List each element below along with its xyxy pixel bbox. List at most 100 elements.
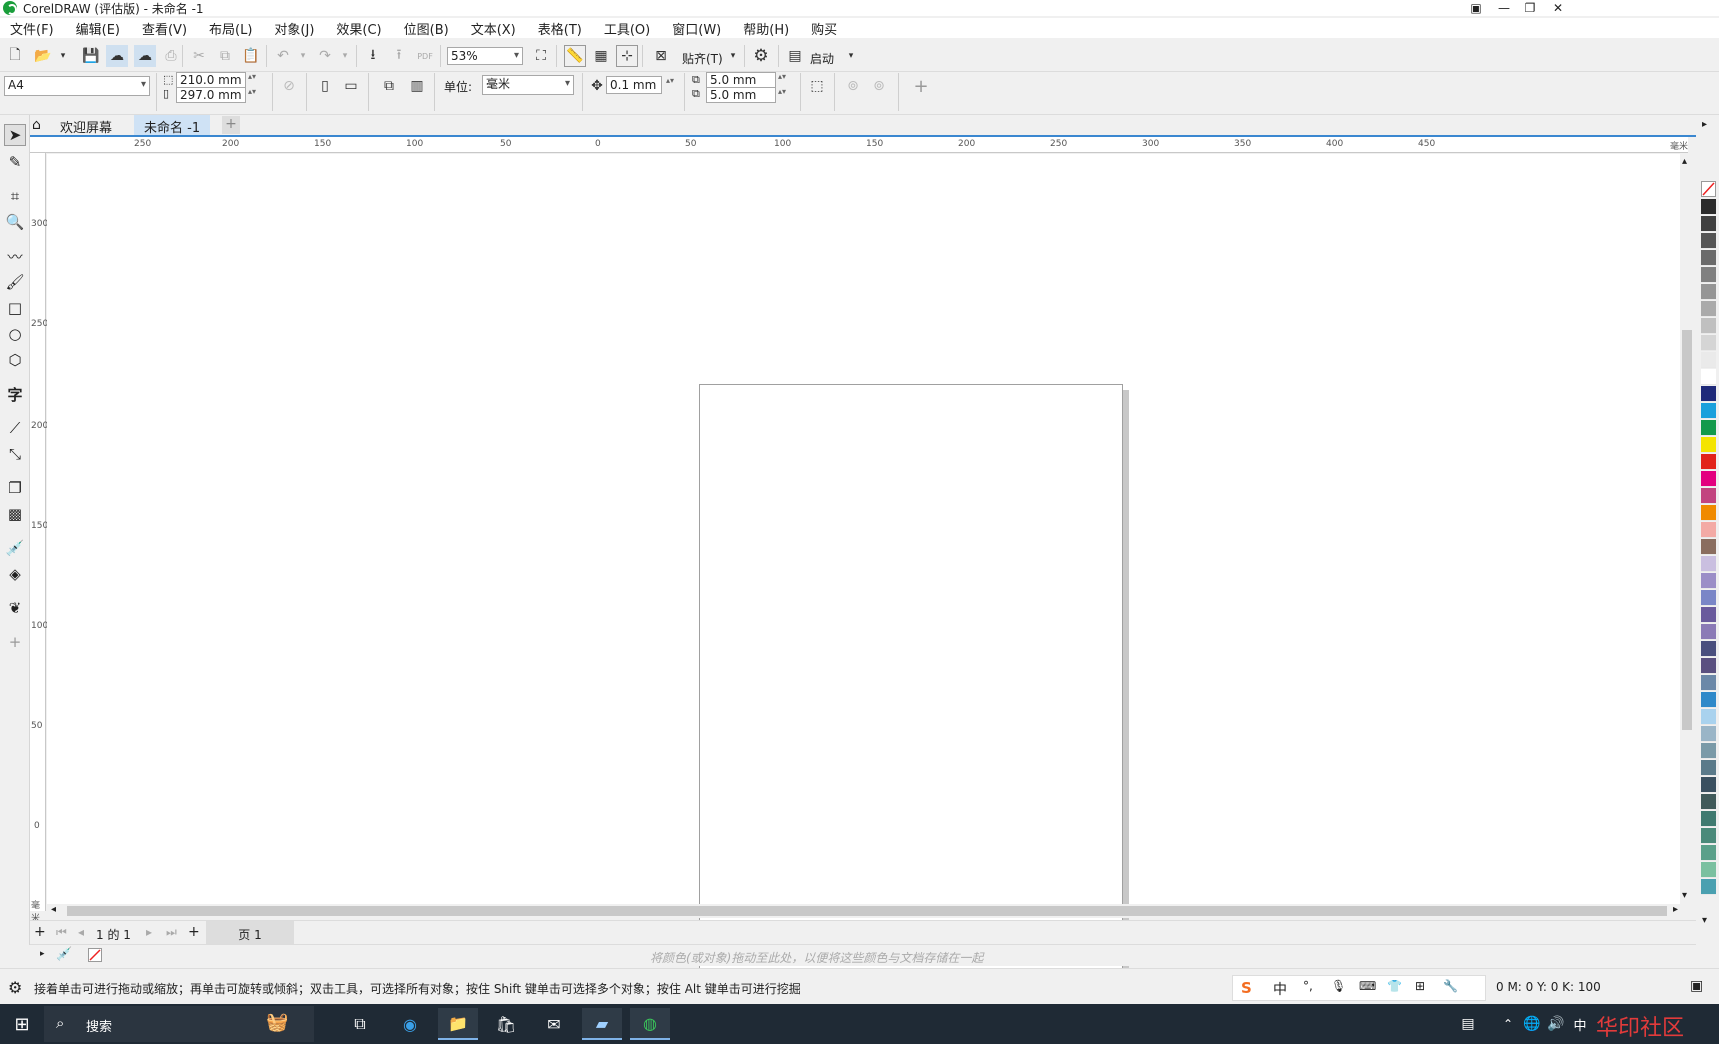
snap-off-icon[interactable]: ⊠: [650, 45, 672, 67]
menu-bitmaps[interactable]: 位图(B): [404, 19, 449, 38]
sogou-logo-icon[interactable]: S: [1241, 979, 1252, 997]
home-icon[interactable]: ⌂: [32, 117, 41, 133]
palette-scroll-down-icon[interactable]: ▾: [1702, 915, 1707, 926]
add-tool-icon[interactable]: +: [4, 631, 26, 653]
palette-swatch[interactable]: [1701, 658, 1716, 674]
undo-icon[interactable]: ↶: [272, 45, 294, 67]
document-page[interactable]: [699, 384, 1123, 984]
all-pages-icon[interactable]: ⧉: [378, 75, 400, 97]
interactive-fill-tool-icon[interactable]: ◈: [4, 563, 26, 585]
cloud-download-icon[interactable]: ☁: [106, 45, 128, 67]
page-height-input[interactable]: 297.0 mm: [176, 87, 246, 103]
page-tab-1[interactable]: 页 1: [206, 921, 294, 945]
palette-swatch[interactable]: [1701, 709, 1716, 725]
app-note-icon[interactable]: ▰: [582, 1008, 622, 1040]
task-view-icon[interactable]: ⧉: [340, 1008, 380, 1040]
palette-swatch[interactable]: [1701, 675, 1716, 691]
tab-document[interactable]: 未命名 -1: [134, 115, 211, 136]
palette-swatch[interactable]: [1701, 743, 1716, 759]
palette-swatch[interactable]: [1701, 199, 1716, 215]
palette-swatch[interactable]: [1701, 216, 1716, 232]
horizontal-ruler[interactable]: 250 200 150 100 50 0 50 100 150 200 250 …: [30, 137, 1688, 153]
notification-icon[interactable]: ▤: [1448, 1008, 1488, 1040]
drop-shadow-tool-icon[interactable]: ❐: [4, 477, 26, 499]
redo-icon[interactable]: ↷: [314, 45, 336, 67]
duplicate-y-input[interactable]: 5.0 mm: [706, 87, 776, 103]
menu-window[interactable]: 窗口(W): [672, 19, 721, 38]
ellipse-tool-icon[interactable]: ○: [4, 323, 26, 345]
menu-text[interactable]: 文本(X): [471, 19, 516, 38]
ime-toolbox-icon[interactable]: ⊞: [1415, 979, 1425, 993]
close-button[interactable]: ✕: [1544, 0, 1572, 16]
menu-buy[interactable]: 购买: [811, 19, 837, 38]
open-dropdown-icon[interactable]: ▾: [52, 45, 74, 67]
edit-page-all-icon[interactable]: ⊚: [868, 75, 890, 97]
launch-menu[interactable]: 启动: [810, 50, 834, 67]
menu-tools[interactable]: 工具(O): [604, 19, 650, 38]
add-page-after-icon[interactable]: +: [188, 924, 200, 940]
palette-swatch[interactable]: [1701, 760, 1716, 776]
palette-swatch[interactable]: [1701, 828, 1716, 844]
palette-swatch[interactable]: [1701, 454, 1716, 470]
page-width-stepper[interactable]: ▴▾: [248, 72, 256, 81]
prev-page-icon[interactable]: ◂: [78, 925, 84, 939]
file-explorer-icon[interactable]: 📁: [438, 1008, 478, 1040]
palette-swatch[interactable]: [1701, 726, 1716, 742]
save-icon[interactable]: 💾: [80, 45, 102, 67]
undo-dropdown-icon[interactable]: ▾: [292, 45, 314, 67]
palette-swatch[interactable]: [1701, 794, 1716, 810]
palette-swatch[interactable]: [1701, 624, 1716, 640]
ime-punctuation-icon[interactable]: °,: [1303, 979, 1313, 993]
menu-layout[interactable]: 布局(L): [209, 19, 252, 38]
add-page-before-icon[interactable]: +: [34, 924, 46, 940]
palette-swatch[interactable]: [1701, 590, 1716, 606]
publish-pdf-icon[interactable]: PDF: [414, 45, 436, 67]
palette-swatch[interactable]: [1701, 369, 1716, 385]
cloud-upload-icon[interactable]: ☁: [134, 45, 156, 67]
copy-icon[interactable]: ⧉: [214, 45, 236, 67]
page-width-input[interactable]: 210.0 mm: [176, 72, 246, 88]
menu-edit[interactable]: 编辑(E): [76, 19, 120, 38]
palette-swatch[interactable]: [1701, 539, 1716, 555]
landscape-icon[interactable]: ▭: [340, 75, 362, 97]
next-page-icon[interactable]: ▸: [146, 925, 152, 939]
palette-swatch[interactable]: [1701, 403, 1716, 419]
zoom-tool-icon[interactable]: 🔍: [4, 211, 26, 233]
open-folder-icon[interactable]: 📂: [32, 45, 54, 67]
palette-swatch[interactable]: [1701, 233, 1716, 249]
parallel-dimension-tool-icon[interactable]: ⟋: [4, 417, 26, 439]
tab-welcome-screen[interactable]: 欢迎屏幕: [50, 115, 122, 136]
ime-mode-label[interactable]: 中: [1273, 979, 1287, 999]
treat-as-filled-icon[interactable]: ⬚: [806, 75, 828, 97]
ime-keyboard-icon[interactable]: ⌨: [1359, 979, 1376, 993]
snap-dropdown-icon[interactable]: ▾: [722, 45, 744, 67]
ime-voice-icon[interactable]: 🎙: [1331, 979, 1346, 993]
menu-table[interactable]: 表格(T): [538, 19, 582, 38]
vertical-scroll-thumb[interactable]: [1682, 330, 1692, 730]
palette-swatch[interactable]: [1701, 471, 1716, 487]
unit-select[interactable]: 毫米: [482, 75, 574, 95]
coreldraw-taskbar-icon[interactable]: ◍: [630, 1008, 670, 1040]
windows-start-icon[interactable]: ⊞: [2, 1008, 42, 1040]
menu-help[interactable]: 帮助(H): [743, 19, 789, 38]
crop-tool-icon[interactable]: ⌗: [4, 185, 26, 207]
smart-fill-tool-icon[interactable]: ❦: [4, 597, 26, 619]
ime-skin-icon[interactable]: 👕: [1387, 979, 1402, 993]
import-icon[interactable]: ⭳: [362, 45, 384, 67]
transparency-tool-icon[interactable]: ▩: [4, 503, 26, 525]
new-tab-plus-icon[interactable]: +: [222, 116, 240, 134]
menu-effects[interactable]: 效果(C): [336, 19, 381, 38]
doc-palette-eyedropper-icon[interactable]: 💉: [56, 947, 72, 962]
duplicate-x-input[interactable]: 5.0 mm: [706, 72, 776, 88]
horizontal-scrollbar[interactable]: ◂ ▸: [47, 904, 1688, 918]
palette-scroll-up-icon[interactable]: ▸: [1702, 119, 1707, 130]
palette-swatch[interactable]: [1701, 573, 1716, 589]
last-page-icon[interactable]: ⏭: [166, 925, 177, 940]
restore-button[interactable]: ❐: [1516, 0, 1544, 16]
show-grid-icon[interactable]: ▦: [590, 45, 612, 67]
snap-to-menu[interactable]: 贴齐(T): [682, 50, 723, 67]
shape-tool-icon[interactable]: ✎: [4, 151, 26, 173]
portrait-icon[interactable]: ▯: [314, 75, 336, 97]
duplicate-x-stepper[interactable]: ▴▾: [778, 72, 786, 81]
nudge-stepper[interactable]: ▴▾: [666, 76, 674, 85]
